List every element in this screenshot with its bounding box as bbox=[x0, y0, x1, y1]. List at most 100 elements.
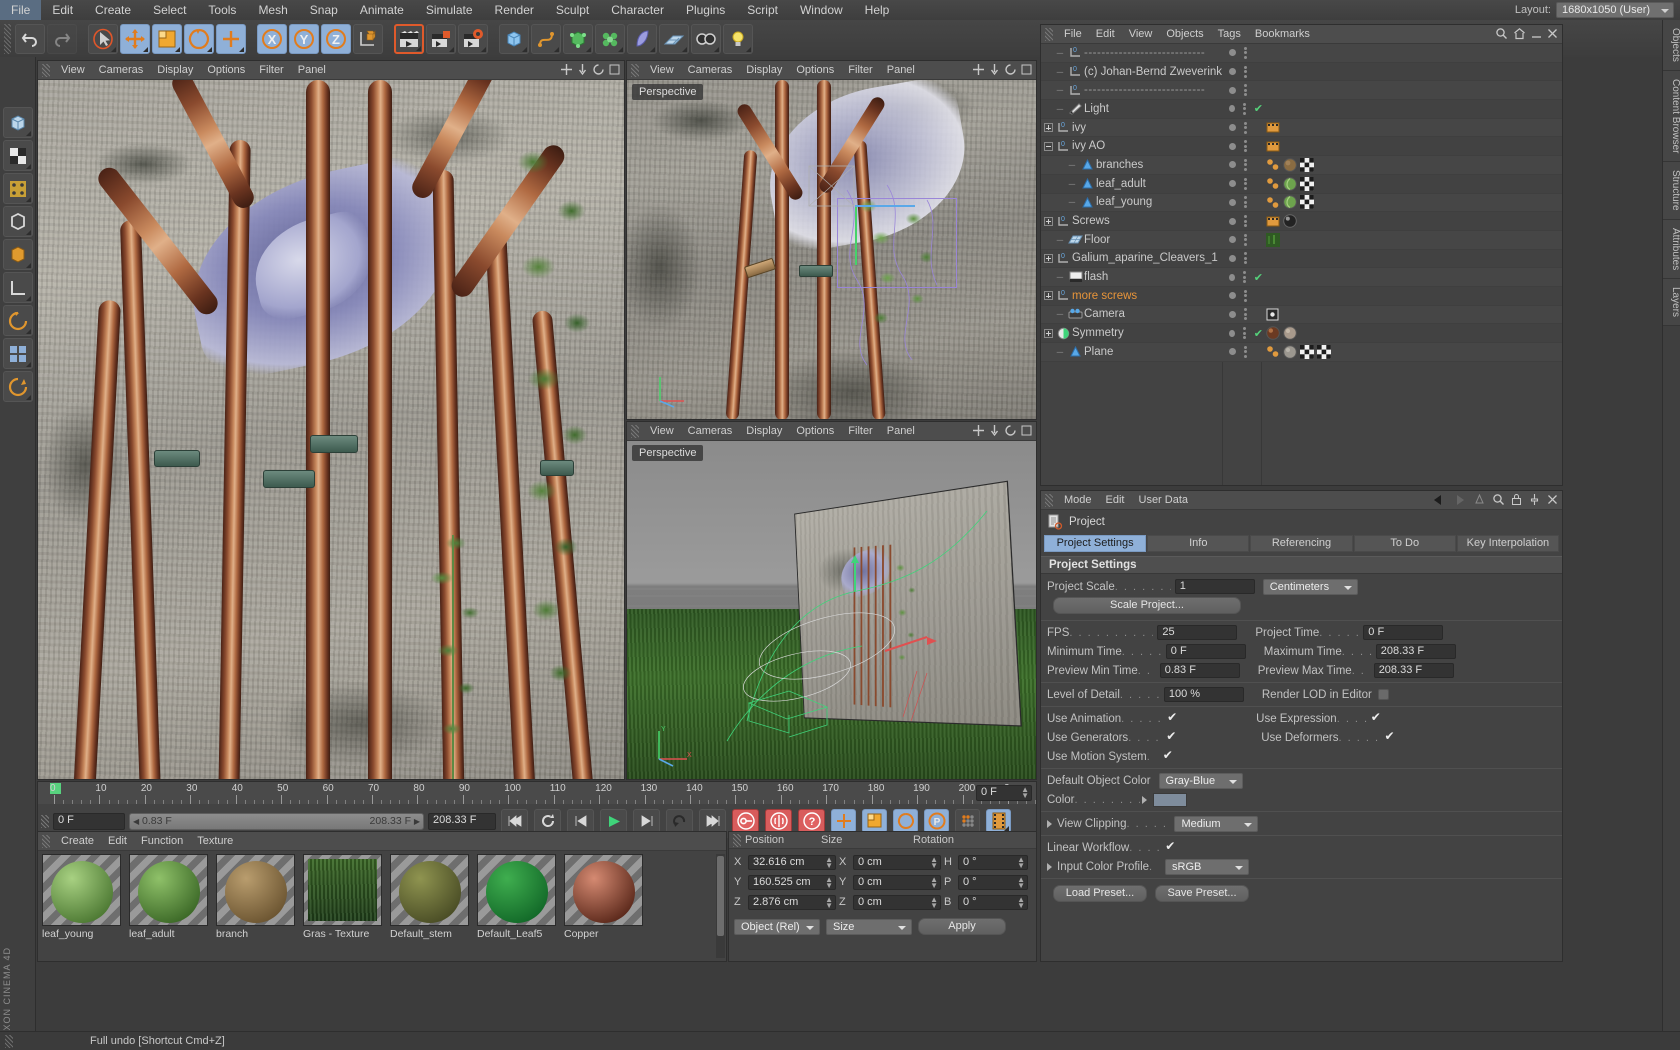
key-param-button[interactable]: P bbox=[924, 809, 949, 833]
tag-phong[interactable] bbox=[1266, 158, 1280, 171]
points-mode-button[interactable] bbox=[3, 173, 33, 204]
object-visibility-dots[interactable] bbox=[1223, 63, 1263, 81]
visibility-dot[interactable] bbox=[1229, 87, 1236, 94]
coord-mode-dropdown[interactable]: Object (Rel) bbox=[734, 919, 820, 935]
viewport-bottom-controls[interactable] bbox=[972, 424, 1033, 437]
point-level-anim-button[interactable] bbox=[955, 809, 980, 833]
object-manager-menu-objects[interactable]: Objects bbox=[1159, 25, 1210, 43]
record-keyframe-button[interactable] bbox=[732, 809, 759, 833]
menu-item-plugins[interactable]: Plugins bbox=[675, 0, 736, 20]
render-dots[interactable] bbox=[1244, 159, 1247, 171]
timeline-right-frame-field[interactable]: 0 F▲▼ bbox=[976, 785, 1032, 801]
y-axis-lock-button[interactable]: Y bbox=[289, 24, 319, 54]
render-dots[interactable] bbox=[1243, 103, 1246, 115]
render-dots[interactable] bbox=[1244, 346, 1247, 358]
visibility-dot[interactable] bbox=[1229, 105, 1235, 112]
autokey-button[interactable] bbox=[765, 809, 792, 833]
object-tags[interactable] bbox=[1266, 231, 1280, 249]
tag-phong[interactable] bbox=[1266, 345, 1280, 358]
enabled-check-icon[interactable]: ✔ bbox=[1254, 271, 1263, 284]
render-dots[interactable] bbox=[1244, 66, 1247, 78]
project-time-field[interactable]: 0 F bbox=[1363, 625, 1443, 640]
panel-grip-icon[interactable] bbox=[1045, 28, 1053, 41]
material-item[interactable]: Gras - Texture bbox=[303, 854, 382, 959]
load-preset-button[interactable]: Load Preset... bbox=[1053, 885, 1147, 902]
object-name[interactable]: leaf_young bbox=[1096, 196, 1152, 208]
tree-expand-toggle[interactable] bbox=[1041, 254, 1055, 263]
menu-item-tools[interactable]: Tools bbox=[197, 0, 247, 20]
model-mode-button[interactable] bbox=[3, 107, 33, 138]
object-row[interactable]: ─Floor bbox=[1041, 231, 1562, 250]
attribute-tab-info[interactable]: Info bbox=[1147, 535, 1249, 552]
material-item[interactable]: Default_stem bbox=[390, 854, 469, 959]
tag-uvw[interactable] bbox=[1300, 177, 1314, 191]
object-name[interactable]: ivy bbox=[1072, 122, 1086, 134]
visibility-dot[interactable] bbox=[1229, 274, 1235, 281]
object-row[interactable]: 0more screws bbox=[1041, 287, 1562, 306]
scale-tool-button[interactable] bbox=[152, 24, 182, 54]
coord-size-field[interactable]: 0 cm▲▼ bbox=[853, 895, 941, 910]
object-row[interactable]: ─Camera bbox=[1041, 306, 1562, 325]
object-name[interactable]: Symmetry bbox=[1072, 327, 1124, 339]
minimize-icon[interactable] bbox=[1531, 28, 1542, 39]
menu-item-render[interactable]: Render bbox=[484, 0, 545, 20]
panel-grip-icon[interactable] bbox=[733, 834, 741, 847]
tree-expand-toggle[interactable] bbox=[1041, 291, 1055, 300]
attribute-manager-menu-user data[interactable]: User Data bbox=[1132, 491, 1196, 509]
material-thumbnail[interactable] bbox=[42, 854, 121, 926]
object-visibility-dots[interactable]: ✔ bbox=[1223, 100, 1263, 118]
tag-vibrate[interactable] bbox=[1266, 140, 1280, 153]
object-name[interactable]: Galium_aparine_Cleavers_1 bbox=[1072, 252, 1218, 264]
viewport-perspective-bottom[interactable]: ViewCamerasDisplayOptionsFilterPanel Per… bbox=[626, 421, 1037, 780]
world-object-coords-button[interactable] bbox=[353, 24, 383, 54]
viewport-bottom-menu-filter[interactable]: Filter bbox=[841, 422, 879, 440]
goto-end-button[interactable] bbox=[699, 809, 726, 833]
menu-item-help[interactable]: Help bbox=[854, 0, 901, 20]
object-tags[interactable] bbox=[1266, 156, 1314, 174]
add-light-button[interactable] bbox=[723, 24, 753, 54]
max-frame-field[interactable]: 208.33 F bbox=[428, 813, 496, 830]
object-row[interactable]: ─flash✔ bbox=[1041, 268, 1562, 287]
viewport-left[interactable]: ViewCamerasDisplayOptionsFilterPanel bbox=[37, 60, 625, 780]
texture-mode-button[interactable] bbox=[3, 140, 33, 171]
add-deformer-button[interactable] bbox=[595, 24, 625, 54]
viewport-left-menu-options[interactable]: Options bbox=[200, 61, 252, 79]
object-tree[interactable]: ─0----------------------------─0(c) Joha… bbox=[1041, 44, 1562, 485]
object-name[interactable]: leaf_adult bbox=[1096, 178, 1146, 190]
forward-arrow-icon[interactable] bbox=[1452, 494, 1467, 506]
object-visibility-dots[interactable] bbox=[1223, 81, 1263, 99]
add-camera-button[interactable] bbox=[691, 24, 721, 54]
object-row[interactable]: 0ivy bbox=[1041, 119, 1562, 138]
object-visibility-dots[interactable] bbox=[1223, 212, 1263, 230]
right-tab-objects[interactable]: Objects bbox=[1663, 20, 1680, 71]
object-name[interactable]: Light bbox=[1084, 103, 1109, 115]
visibility-dot[interactable] bbox=[1229, 180, 1236, 187]
home-icon[interactable] bbox=[1513, 27, 1526, 40]
render-dots[interactable] bbox=[1244, 215, 1247, 227]
material-thumbnail[interactable] bbox=[477, 854, 556, 926]
material-item[interactable]: Copper bbox=[564, 854, 643, 959]
attribute-tab-to-do[interactable]: To Do bbox=[1354, 535, 1456, 552]
object-manager-menu-file[interactable]: File bbox=[1057, 25, 1089, 43]
object-name[interactable]: flash bbox=[1084, 271, 1108, 283]
tree-expand-toggle[interactable] bbox=[1041, 142, 1055, 151]
input-profile-expand-arrow-icon[interactable] bbox=[1047, 863, 1052, 871]
render-dots[interactable] bbox=[1244, 178, 1247, 190]
edges-mode-button[interactable] bbox=[3, 206, 33, 237]
material-manager-menu-create[interactable]: Create bbox=[54, 832, 101, 850]
z-axis-lock-button[interactable]: Z bbox=[321, 24, 351, 54]
object-name[interactable]: ---------------------------- bbox=[1084, 84, 1205, 96]
fps-field[interactable]: 25 bbox=[1157, 625, 1237, 640]
object-row[interactable]: 0ivy AO bbox=[1041, 137, 1562, 156]
preview-max-field[interactable]: 208.33 F bbox=[1374, 663, 1454, 678]
use-deformers-checkbox[interactable] bbox=[1385, 732, 1396, 743]
viewport-left-menu-panel[interactable]: Panel bbox=[291, 61, 333, 79]
tree-expand-toggle[interactable] bbox=[1041, 329, 1055, 338]
tag-uvw[interactable] bbox=[1300, 345, 1314, 359]
tag-material-leaf[interactable] bbox=[1283, 177, 1297, 191]
material-thumbnail[interactable] bbox=[390, 854, 469, 926]
coord-rotation-field[interactable]: 0 °▲▼ bbox=[958, 855, 1028, 870]
tree-expand-toggle[interactable] bbox=[1041, 217, 1055, 226]
color-expand-arrow-icon[interactable] bbox=[1142, 796, 1147, 804]
render-dots[interactable] bbox=[1244, 252, 1247, 264]
